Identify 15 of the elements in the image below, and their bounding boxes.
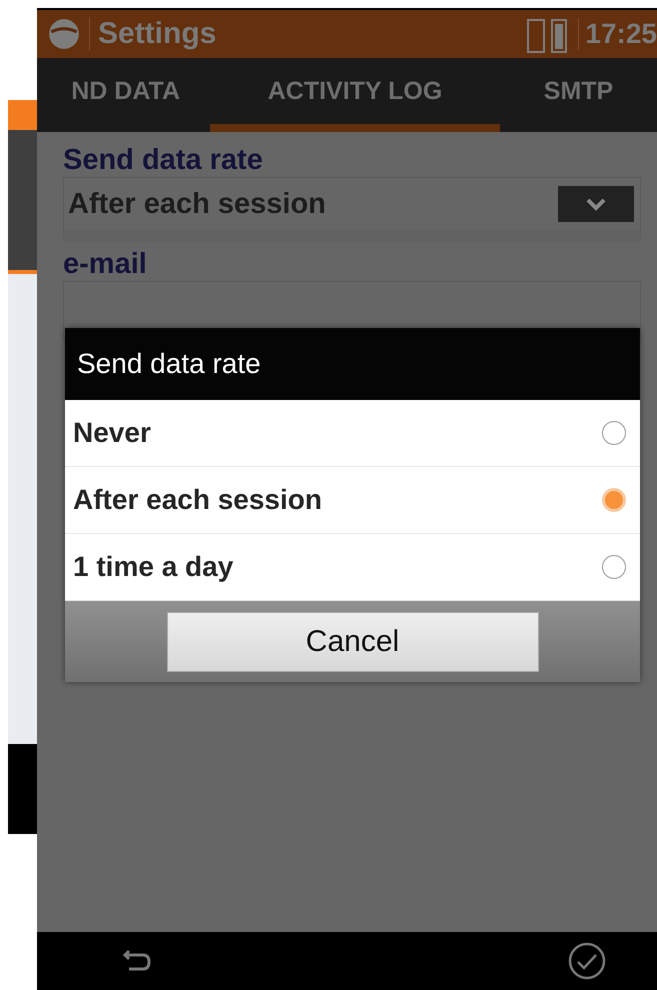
globe-icon bbox=[47, 17, 81, 51]
radio-button[interactable] bbox=[602, 488, 626, 512]
dialog-title: Send data rate bbox=[65, 328, 640, 400]
field-label: e-mail bbox=[63, 248, 148, 281]
screen-title: Settings bbox=[89, 17, 518, 51]
checkmark-circle-icon[interactable] bbox=[567, 941, 607, 981]
cancel-button[interactable]: Cancel bbox=[166, 612, 538, 672]
option-row[interactable]: Never bbox=[65, 400, 640, 467]
clock-time: 17:25 bbox=[578, 18, 657, 50]
option-row[interactable]: 1 time a day bbox=[65, 534, 640, 601]
radio-button[interactable] bbox=[602, 421, 626, 445]
field-label: Send data rate bbox=[63, 144, 264, 177]
option-row[interactable]: After each session bbox=[65, 467, 640, 534]
chevron-down-icon bbox=[558, 186, 634, 222]
radio-button[interactable] bbox=[602, 555, 626, 579]
